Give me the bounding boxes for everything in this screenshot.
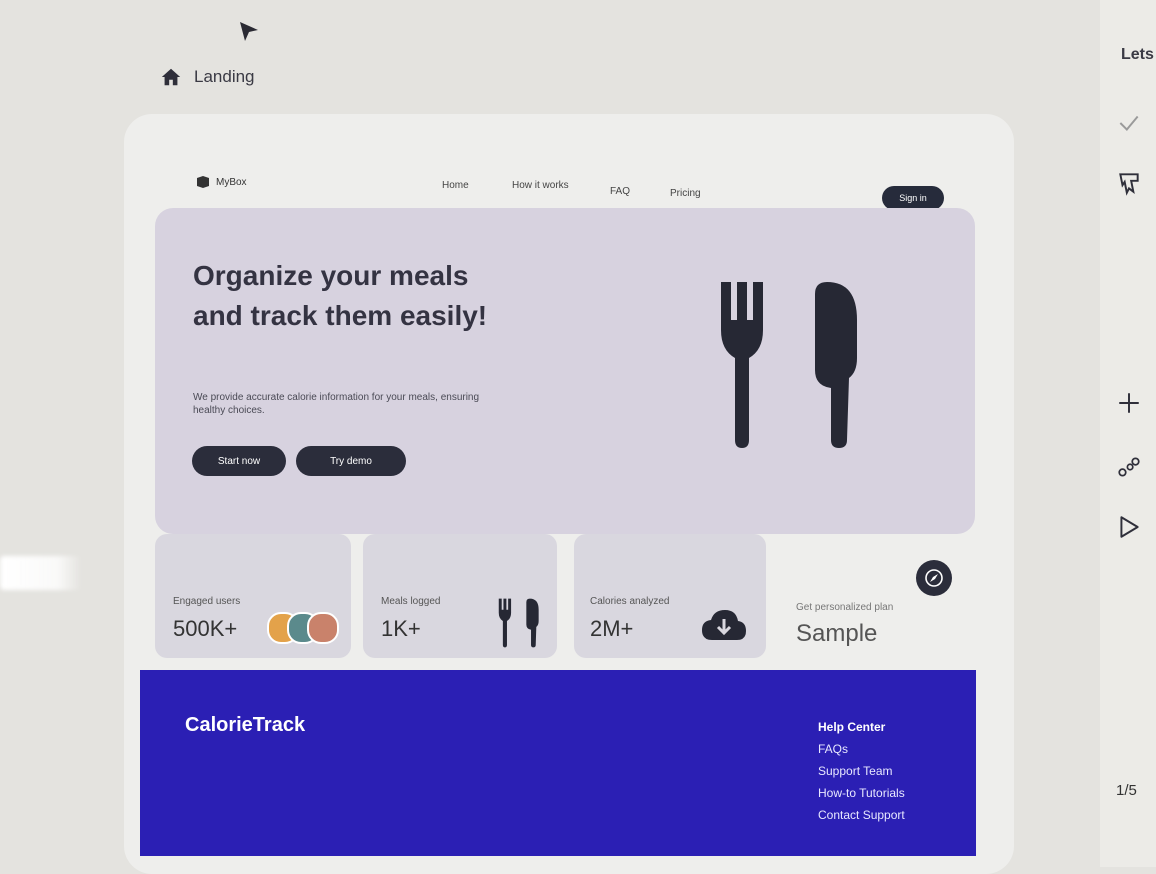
site-footer: CalorieTrack Help Center FAQs Support Te… <box>140 670 976 856</box>
pointer-cursor-icon <box>240 22 258 41</box>
check-icon[interactable] <box>1114 108 1144 138</box>
compass-icon <box>925 569 943 587</box>
footer-link-support-team[interactable]: Support Team <box>818 760 905 782</box>
try-demo-button[interactable]: Try demo <box>296 446 406 476</box>
stat-value: 1K+ <box>381 616 421 641</box>
hero-title: Organize your meals and track them easil… <box>193 256 533 336</box>
fork-knife-small-icon <box>498 598 539 648</box>
stat-card-calories: Calories analyzed 2M+ <box>574 534 766 658</box>
brand[interactable]: MyBox <box>196 176 247 188</box>
nav-link-pricing[interactable]: Pricing <box>670 188 701 199</box>
start-now-button[interactable]: Start now <box>192 446 286 476</box>
footer-link-tutorials[interactable]: How-to Tutorials <box>818 782 905 804</box>
nav-link-home[interactable]: Home <box>442 180 469 191</box>
compass-button[interactable] <box>916 560 952 596</box>
help-center-links: Help Center FAQs Support Team How-to Tut… <box>818 716 905 826</box>
stat-card-users: Engaged users 500K+ <box>155 534 351 658</box>
hero-description: We provide accurate calorie information … <box>193 392 480 416</box>
footer-link-contact[interactable]: Contact Support <box>818 804 905 826</box>
screen-glare <box>0 556 82 590</box>
hero-title-line2: and track them easily! <box>193 300 488 331</box>
hand-pointer-icon[interactable] <box>1114 168 1144 198</box>
plan-label: Get personalized plan <box>796 602 894 613</box>
right-panel-heading: Lets <box>1121 46 1154 63</box>
avatar <box>307 612 339 644</box>
avatar-group <box>267 612 339 644</box>
footer-link-faqs[interactable]: FAQs <box>818 738 905 760</box>
stat-value: 500K+ <box>173 616 238 641</box>
add-icon[interactable] <box>1114 388 1144 418</box>
plan-value: Sample <box>796 620 878 647</box>
page-indicator: 1/5 <box>1116 782 1137 799</box>
stat-label: Calories analyzed <box>590 596 670 607</box>
help-center-heading: Help Center <box>818 720 886 734</box>
hero-title-line1: Organize your meals <box>193 260 469 291</box>
home-icon <box>161 68 181 86</box>
stat-value: 2M+ <box>590 616 634 641</box>
personalized-plan[interactable]: Get personalized plan Sample <box>770 540 980 664</box>
sign-in-button[interactable]: Sign in <box>882 186 944 210</box>
cloud-download-icon <box>702 610 746 640</box>
brand-name: MyBox <box>216 176 247 188</box>
hero-section: Organize your meals and track them easil… <box>155 208 975 534</box>
breadcrumb-label: Landing <box>194 67 255 86</box>
stat-card-meals: Meals logged 1K+ <box>363 534 557 658</box>
nav-link-how-it-works[interactable]: How it works <box>512 180 569 191</box>
stat-label: Engaged users <box>173 596 241 607</box>
footer-logo: CalorieTrack <box>185 714 306 736</box>
nav-link-faq[interactable]: FAQ <box>610 186 630 197</box>
fork-knife-icon <box>721 282 857 448</box>
box-logo-icon <box>197 176 209 188</box>
breadcrumb[interactable]: Landing <box>160 66 255 88</box>
stat-label: Meals logged <box>381 596 441 607</box>
site-navbar: MyBox Home How it works FAQ Pricing Sign… <box>196 172 956 210</box>
connections-icon[interactable] <box>1114 452 1144 482</box>
play-icon[interactable] <box>1114 512 1144 542</box>
